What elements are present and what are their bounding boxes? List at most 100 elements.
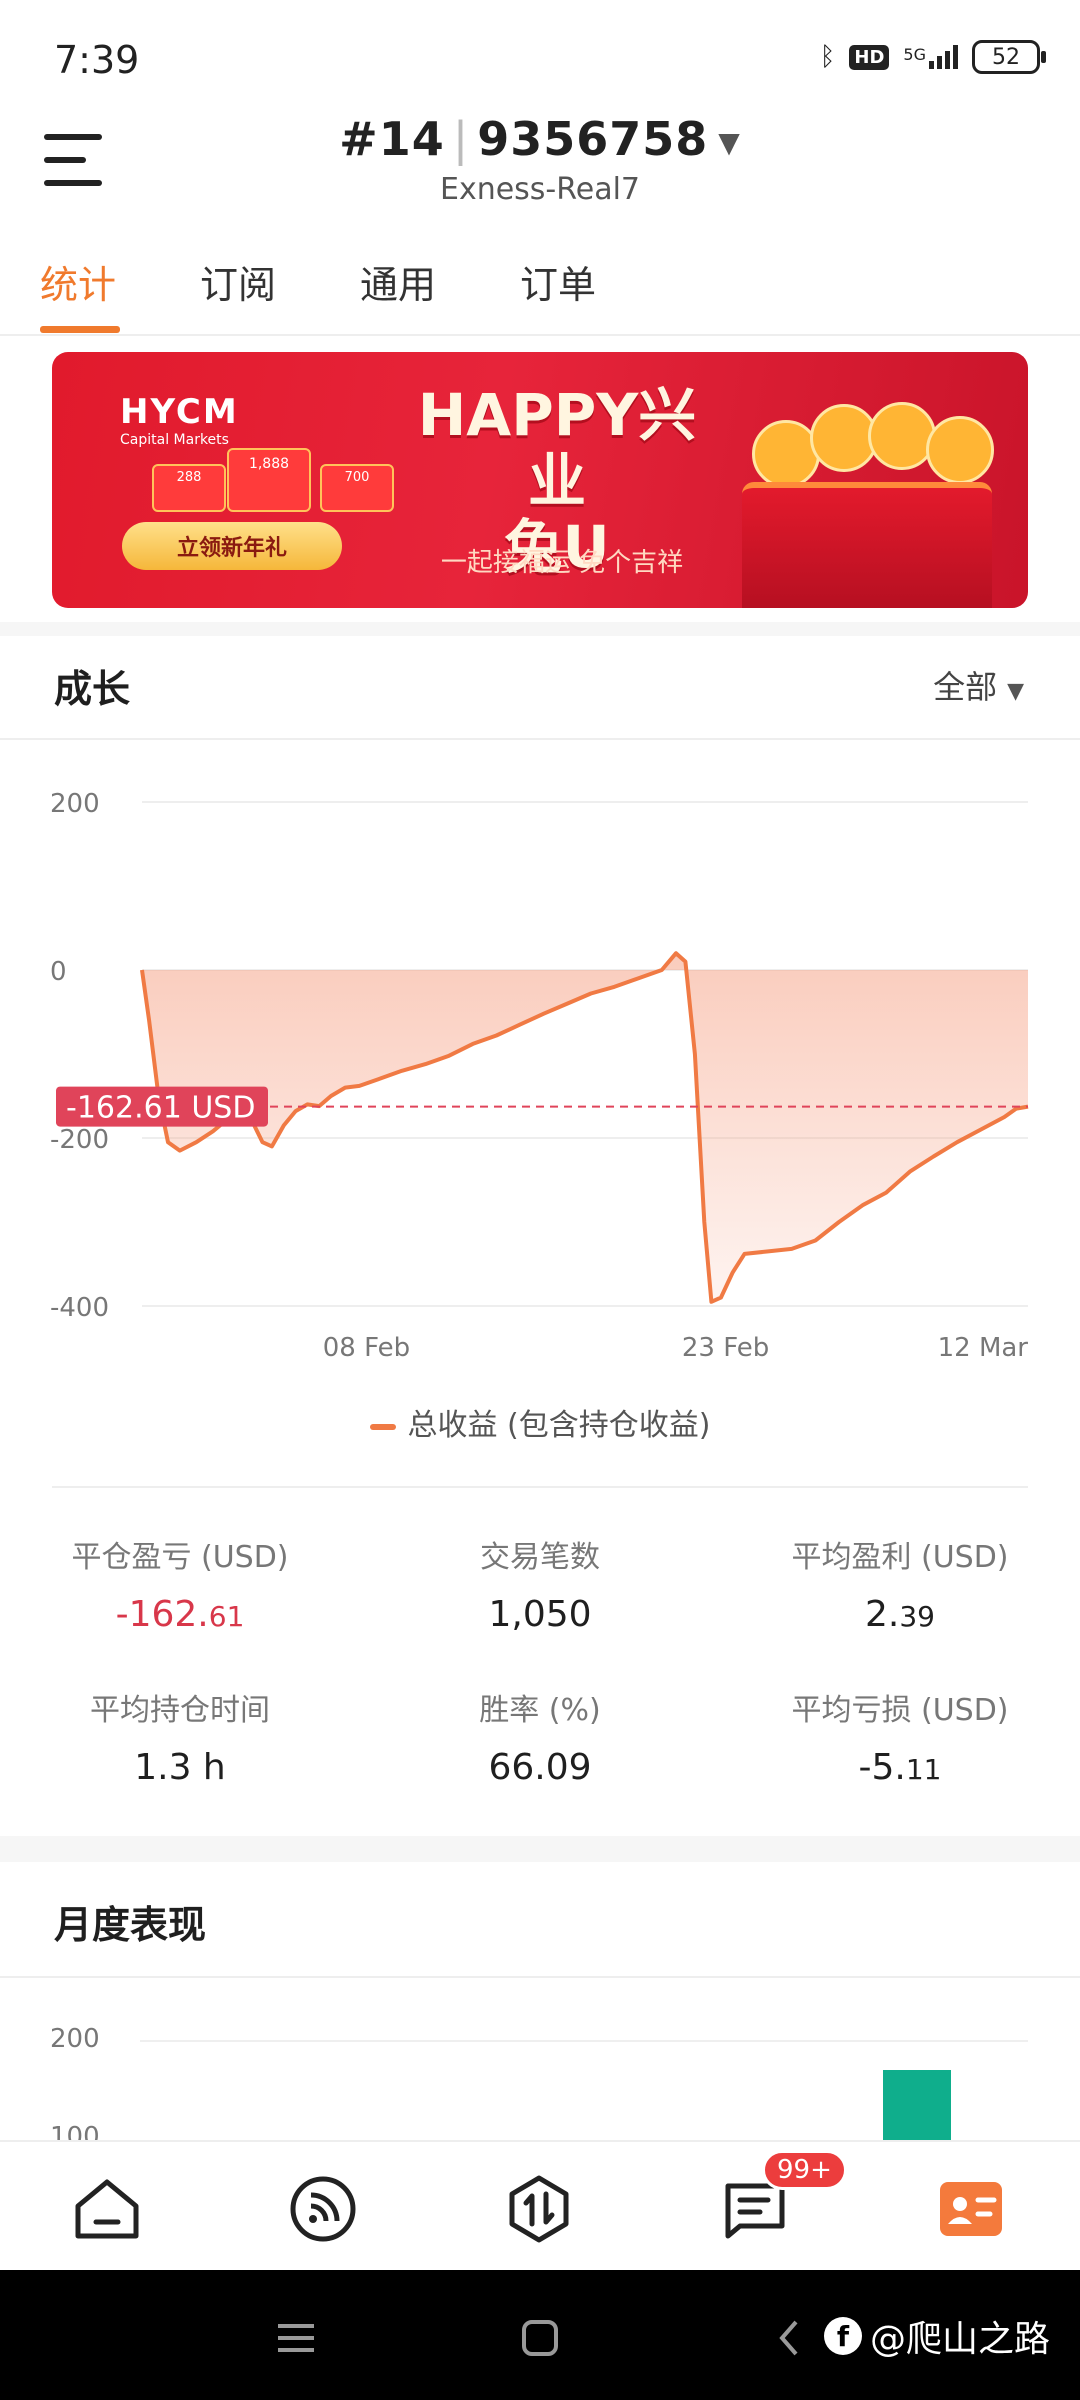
banner-logo: HYCM Capital Markets: [120, 392, 239, 448]
promo-banner[interactable]: HYCM Capital Markets 288 1,888 700 立领新年礼 …: [52, 352, 1028, 608]
stat-label: 平仓盈亏 (USD): [71, 1540, 289, 1575]
rabbit-coins-icon: [752, 402, 994, 488]
banner-logo-text: HYCM: [120, 392, 239, 432]
bottom-nav: [0, 2140, 1080, 2272]
battery-icon: 52: [972, 40, 1046, 74]
legend-label: 总收益 (包含持仓收益): [407, 1408, 711, 1443]
watermark: f @爬山之路: [823, 2310, 1050, 2362]
envelope-amount: 288: [176, 470, 202, 485]
facebook-icon: f: [823, 2317, 862, 2355]
section-divider: [0, 1976, 1080, 1978]
stat-avg-hold-time: 平均持仓时间 1.3 h: [0, 1685, 360, 1788]
stat-trade-count: 交易笔数 1,050: [360, 1532, 720, 1635]
red-envelope-icon: 288: [152, 464, 226, 512]
messages-badge: 99+: [762, 2150, 847, 2190]
stat-label: 平均亏损 (USD): [791, 1693, 1009, 1728]
hd-icon: HD: [849, 44, 890, 70]
account-prefix: #14: [339, 112, 445, 166]
monthly-bar[interactable]: [883, 2070, 951, 2140]
section-divider: [0, 1836, 1080, 1862]
home-icon[interactable]: [70, 2172, 144, 2246]
red-envelope-icon: 700: [320, 464, 394, 512]
x-tick-label: 08 Feb: [323, 1333, 410, 1363]
caret-down-icon[interactable]: ▼: [718, 126, 741, 159]
y-tick-label: 200: [50, 789, 100, 819]
envelope-amount: 1,888: [248, 456, 290, 472]
section-divider: [0, 738, 1080, 740]
account-suffix: 9356758: [477, 112, 709, 166]
monthly-title: 月度表现: [54, 1903, 207, 1947]
stat-value: -5.11: [720, 1747, 1080, 1788]
chart-legend: 总收益 (包含持仓收益): [0, 1400, 1080, 1444]
account-selector[interactable]: #14 | 9356758 ▼ Exness-Real7: [0, 112, 1080, 207]
tab-general[interactable]: 通用: [360, 254, 436, 309]
red-envelope-icon: 1,888: [227, 448, 311, 512]
feed-icon[interactable]: [286, 2172, 360, 2246]
stat-value: 2.39: [720, 1594, 1080, 1635]
current-value-label: -162.61 USD: [56, 1086, 268, 1127]
stat-value: -162.61: [0, 1594, 360, 1635]
stat-value-int: 1,050: [488, 1594, 592, 1635]
legend-swatch: [369, 1423, 396, 1430]
caret-down-icon: ▼: [1007, 679, 1024, 704]
home-button-icon[interactable]: [520, 2318, 560, 2362]
monthly-ytick: 200: [50, 2024, 100, 2054]
stat-value-int: -5.: [858, 1747, 906, 1788]
period-filter-dropdown[interactable]: 全部 ▼: [933, 662, 1024, 708]
status-time: 7:39: [54, 38, 140, 82]
growth-title: 成长: [54, 667, 131, 711]
stat-value-int: 2.: [865, 1594, 900, 1635]
gift-box-icon: [742, 482, 992, 608]
status-bar: 7:39 ᛒ HD 5G 52: [0, 0, 1080, 110]
section-divider: [0, 622, 1080, 636]
monthly-ytick: 100: [50, 2122, 100, 2140]
x-tick-label: 12 Mar: [938, 1333, 1029, 1363]
stat-label: 平均盈利 (USD): [791, 1540, 1009, 1575]
y-tick-label: -400: [50, 1293, 109, 1323]
banner-claim-button[interactable]: 立领新年礼: [122, 522, 342, 570]
envelope-amount: 700: [344, 470, 370, 485]
tab-bar: 统计 订阅 通用 订单: [0, 240, 1080, 336]
banner-title-line1: HAPPY兴业: [417, 381, 697, 515]
y-tick-label: 0: [50, 957, 67, 987]
account-number[interactable]: #14 | 9356758 ▼: [0, 112, 1080, 166]
recents-icon[interactable]: [276, 2318, 316, 2362]
signal-icon: 5G: [903, 45, 958, 69]
stat-value-dec: 39: [899, 1600, 935, 1633]
tab-subscribe[interactable]: 订阅: [200, 254, 276, 309]
stat-avg-loss: 平均亏损 (USD) -5.11: [720, 1685, 1080, 1788]
profile-card-icon[interactable]: [934, 2172, 1008, 2246]
stat-value: 1,050: [360, 1594, 720, 1635]
stat-value: 66.09: [360, 1747, 720, 1788]
banner-subtitle: 一起接福运 免个吉祥: [440, 548, 684, 578]
growth-chart[interactable]: 200 0 -200 -400 08 Feb 23 Feb 12 Mar -162.61 …: [0, 760, 1080, 1460]
tab-statistics[interactable]: 统计: [40, 254, 116, 309]
network-type: 5G: [903, 45, 926, 64]
stat-value-dec: 11: [905, 1753, 942, 1786]
monthly-chart[interactable]: 200 100: [0, 1990, 1080, 2140]
battery-level: 52: [992, 44, 1020, 70]
stat-label: 交易笔数: [480, 1540, 600, 1575]
stat-value-int: 1.3 h: [134, 1747, 226, 1788]
stat-label: 平均持仓时间: [90, 1693, 270, 1728]
tab-active-indicator: [40, 326, 120, 333]
stat-avg-profit: 平均盈利 (USD) 2.39: [720, 1532, 1080, 1635]
back-icon[interactable]: [770, 2318, 810, 2362]
banner-logo-sub: Capital Markets: [120, 432, 229, 448]
y-tick-label: -200: [50, 1125, 109, 1155]
stat-win-rate: 胜率 (%) 66.09: [360, 1685, 720, 1788]
growth-area: [142, 953, 1028, 1302]
stat-closed-pnl: 平仓盈亏 (USD) -162.61: [0, 1532, 360, 1635]
stat-value-int: 66.09: [488, 1747, 592, 1788]
account-server: Exness-Real7: [439, 172, 641, 207]
tab-orders[interactable]: 订单: [520, 254, 596, 309]
bluetooth-icon: ᛒ: [819, 42, 836, 72]
status-icons: ᛒ HD 5G 52: [819, 40, 1046, 74]
watermark-text: @爬山之路: [869, 2319, 1050, 2360]
trade-icon[interactable]: [502, 2172, 576, 2246]
period-filter-label: 全部: [933, 668, 998, 706]
stat-value-dec: 61: [208, 1600, 245, 1633]
section-divider: [52, 1486, 1028, 1488]
stat-label: 胜率 (%): [479, 1693, 601, 1728]
current-value-text: -162.61 USD: [66, 1091, 255, 1126]
